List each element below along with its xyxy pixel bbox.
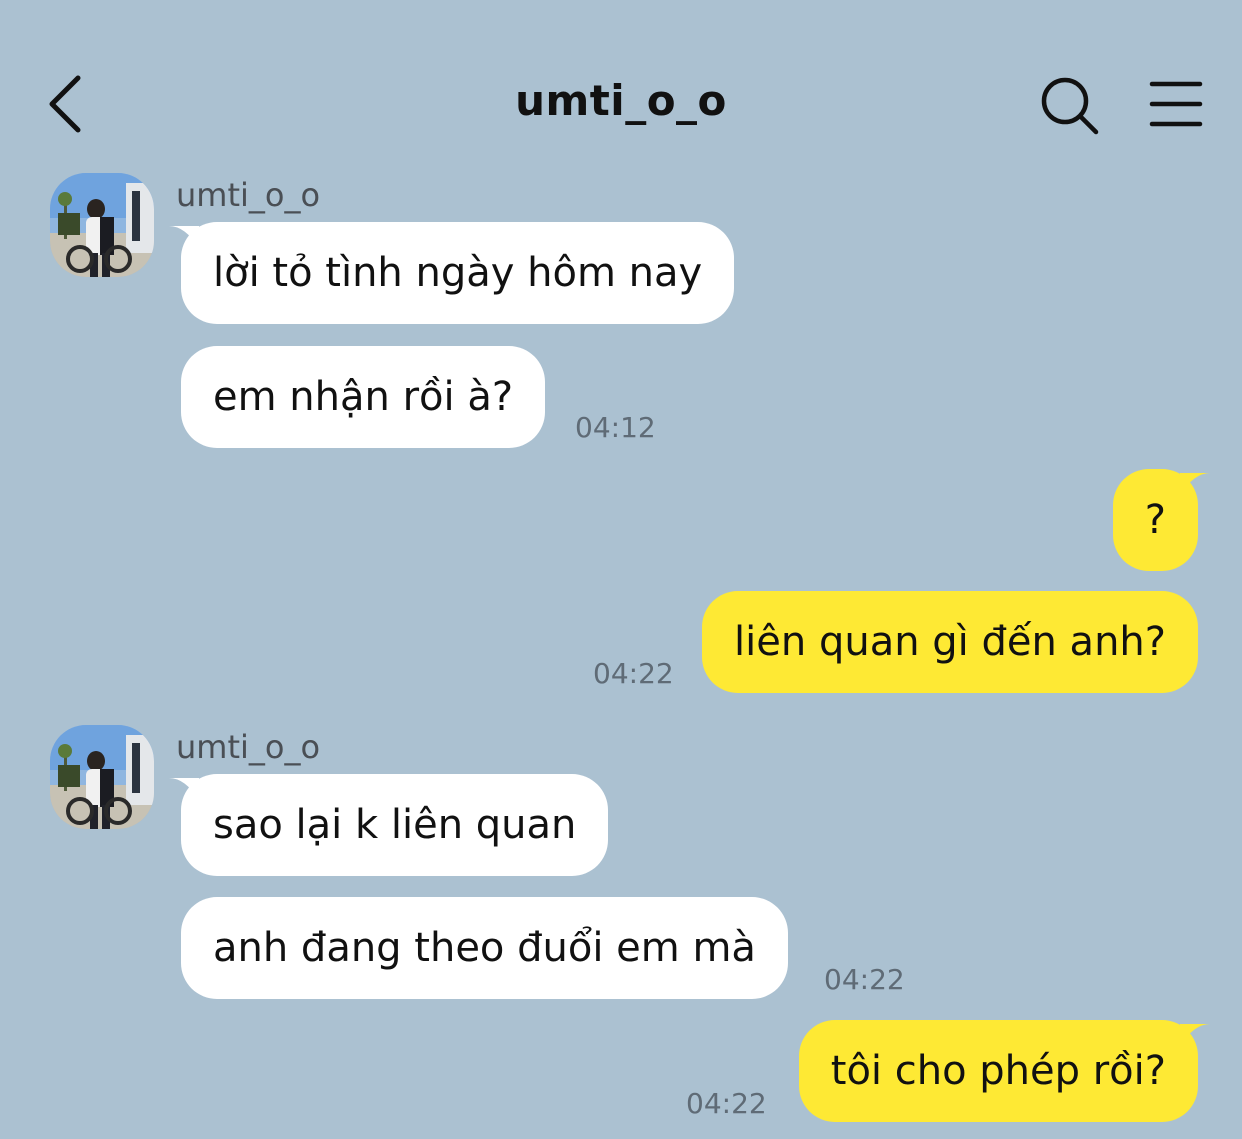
message-timestamp: 04:12 — [575, 411, 656, 444]
message-bubble-outgoing[interactable]: tôi cho phép rồi? — [798, 1020, 1210, 1122]
message-text: ? — [1144, 497, 1166, 543]
avatar-photo — [50, 725, 154, 829]
message-timestamp: 04:22 — [686, 1087, 767, 1120]
message-bubble[interactable]: em nhận rồi à? — [181, 346, 546, 448]
message-text: liên quan gì đến anh? — [734, 619, 1166, 665]
avatar-photo — [50, 173, 154, 277]
message-bubble[interactable]: sao lại k liên quan — [169, 774, 609, 876]
menu-button[interactable] — [1146, 76, 1206, 132]
search-icon — [1041, 77, 1099, 135]
bubble-tail — [169, 226, 199, 248]
message-bubble-outgoing[interactable]: ? — [1112, 469, 1210, 571]
message-bubble-outgoing[interactable]: liên quan gì đến anh? — [702, 591, 1198, 693]
bubble-tail — [1180, 473, 1210, 495]
avatar[interactable] — [50, 725, 154, 829]
message-text: sao lại k liên quan — [213, 802, 577, 848]
search-button[interactable] — [1038, 74, 1102, 138]
sender-name: umti_o_o — [176, 728, 321, 766]
message-text: anh đang theo đuổi em mà — [213, 925, 756, 971]
avatar[interactable] — [50, 173, 154, 277]
bubble-tail — [1180, 1024, 1210, 1046]
message-timestamp: 04:22 — [824, 963, 905, 996]
message-timestamp: 04:22 — [593, 657, 674, 690]
message-bubble[interactable]: lời tỏ tình ngày hôm nay — [169, 222, 735, 324]
sender-name: umti_o_o — [176, 176, 321, 214]
chat-header: umti_o_o — [0, 0, 1242, 170]
message-text: em nhận rồi à? — [213, 374, 514, 420]
message-bubble[interactable]: anh đang theo đuổi em mà — [181, 897, 788, 999]
message-text: tôi cho phép rồi? — [830, 1048, 1166, 1094]
message-text: lời tỏ tình ngày hôm nay — [213, 250, 703, 296]
bubble-tail — [169, 778, 199, 800]
hamburger-menu-icon — [1149, 81, 1203, 127]
